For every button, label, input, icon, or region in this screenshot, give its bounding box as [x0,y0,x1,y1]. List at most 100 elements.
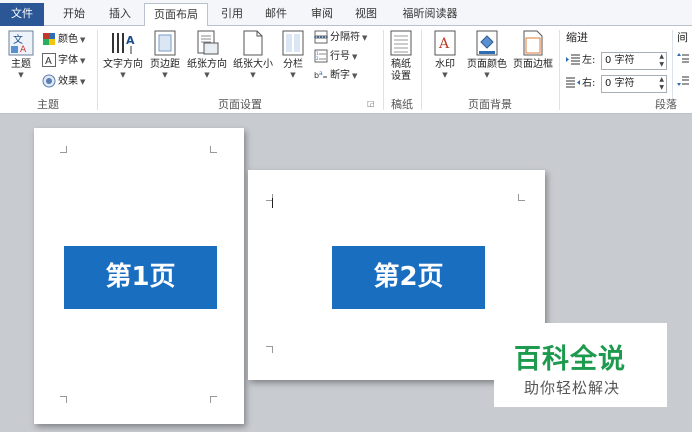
chevron-down-icon: ▼ [484,71,490,79]
svg-text:A: A [20,45,27,55]
size-label: 纸张大小 [233,59,273,70]
manuscript-icon [390,30,412,56]
paint-bucket-icon [476,30,498,56]
columns-button[interactable]: 分栏 ▼ [279,30,307,80]
indent-right-input[interactable]: 0 字符 ▲ ▼ [601,75,667,93]
themes-button[interactable]: 文 A 主题 ▼ [4,30,38,80]
chevron-down-icon: ▼ [352,53,358,61]
chevron-down-icon: ▼ [204,71,210,79]
chevron-down-icon: ▼ [80,78,86,86]
chevron-down-icon: ▼ [250,71,256,79]
tab-view[interactable]: 视图 [346,4,386,26]
page-color-button[interactable]: 页面颜色 ▼ [464,30,510,80]
font-icon: A [42,53,56,67]
group-separator [559,30,560,110]
theme-effects-button[interactable]: 效果 ▼ [42,73,85,91]
ribbon-tab-bar: 文件 开始 插入 页面布局 引用 邮件 审阅 视图 福昕阅读器 [0,0,692,27]
ribbon: 文 A 主题 ▼ 颜色 ▼ A 字体 ▼ 效果 ▼ 主题 A 文字方向 ▼ 页边距 ▼ [0,26,692,114]
watermark-label: 水印 [435,59,455,70]
page-size-icon [243,30,263,56]
indent-left-icon [566,54,580,65]
chevron-down-icon: ▼ [162,71,168,79]
indent-right-value: 0 字符 [605,78,635,89]
orientation-label: 纸张方向 [187,59,227,70]
text-cursor [272,198,273,208]
dialog-launcher-icon[interactable]: ◲ [367,99,375,108]
line-numbers-button[interactable]: 1 2 行号 ▼ [314,48,357,66]
page-corner-mark [210,396,217,403]
svg-text:a: a [319,70,323,77]
line-numbers-label: 行号 [330,51,350,62]
watermark-subtitle: 助你轻松解决 [524,379,621,397]
page-borders-label: 页面边框 [513,59,553,70]
tab-home[interactable]: 开始 [54,4,94,26]
tab-foxit-reader[interactable]: 福昕阅读器 [392,4,468,26]
spacing-title: 间 [677,31,688,44]
site-watermark: 百科全说 助你轻松解决 [494,323,667,407]
breaks-button[interactable]: 分隔符 ▼ [314,29,367,47]
page-corner-mark [60,146,67,153]
watermark-title: 百科全说 [514,344,626,375]
orientation-button[interactable]: 纸张方向 ▼ [184,30,230,80]
spinner-arrows-icon[interactable]: ▲ ▼ [659,53,664,69]
page-borders-button[interactable]: 页面边框 [510,30,556,71]
breaks-label: 分隔符 [330,32,360,43]
tab-references[interactable]: 引用 [212,4,252,26]
page-borders-icon [523,30,543,56]
themes-label: 主题 [11,59,31,70]
page-corner-mark [518,194,525,201]
watermark-button[interactable]: A 水印 ▼ [428,30,462,80]
tab-page-layout[interactable]: 页面布局 [144,3,208,27]
columns-label: 分栏 [283,59,303,70]
indent-right-text: 右: [582,78,596,89]
chevron-down-icon: ▼ [120,71,126,79]
indent-title: 缩进 [566,31,588,44]
spacing-before-icon[interactable] [677,52,689,70]
hyphenation-button[interactable]: b a 断字 ▼ [314,67,357,85]
orientation-icon [197,30,219,55]
indent-left-value: 0 字符 [605,55,635,66]
group-label-manuscript: 稿纸 [391,98,413,111]
margins-button[interactable]: 页边距 ▼ [147,30,183,80]
spinner-arrows-icon[interactable]: ▲ ▼ [659,76,664,92]
hyphenation-label: 断字 [330,70,350,81]
indent-right-icon [566,77,580,88]
theme-colors-button[interactable]: 颜色 ▼ [42,31,85,49]
document-page-1[interactable]: 第1页 [34,128,244,424]
svg-text:A: A [438,36,450,52]
theme-fonts-label: 字体 [58,55,78,66]
tab-file[interactable]: 文件 [0,3,44,26]
page-2-label: 第2页 [332,246,485,309]
svg-text:A: A [126,34,135,47]
chevron-down-icon: ▼ [352,72,358,80]
theme-fonts-button[interactable]: A 字体 ▼ [42,52,85,70]
text-direction-icon: A [112,33,135,54]
text-direction-label: 文字方向 [103,59,143,70]
chevron-down-icon: ▼ [290,71,296,79]
group-label-page-background: 页面背景 [468,98,512,111]
margins-icon [154,30,176,56]
group-label-paragraph: 段落 [655,98,677,111]
indent-left-text: 左: [582,55,596,66]
svg-text:A: A [45,56,52,67]
page-1-label: 第1页 [64,246,217,309]
group-label-theme: 主题 [37,98,59,111]
columns-icon [282,30,304,56]
margins-label: 页边距 [150,59,180,70]
watermark-icon: A [434,30,456,56]
palette-icon [43,33,55,45]
spacing-after-icon[interactable] [677,75,689,93]
text-direction-button[interactable]: A 文字方向 ▼ [100,30,146,80]
tab-review[interactable]: 审阅 [302,4,342,26]
tab-insert[interactable]: 插入 [100,4,140,26]
themes-icon: 文 A [8,30,34,56]
chevron-down-icon: ▼ [18,71,24,79]
indent-left-input[interactable]: 0 字符 ▲ ▼ [601,52,667,70]
effects-icon [42,74,56,88]
indent-right-label: 右: [566,75,595,93]
tab-mailings[interactable]: 邮件 [256,4,296,26]
line-numbers-icon: 12 [314,49,328,63]
size-button[interactable]: 纸张大小 ▼ [231,30,275,80]
breaks-icon [314,30,328,44]
manuscript-settings-button[interactable]: 稿纸设置 [386,30,416,83]
